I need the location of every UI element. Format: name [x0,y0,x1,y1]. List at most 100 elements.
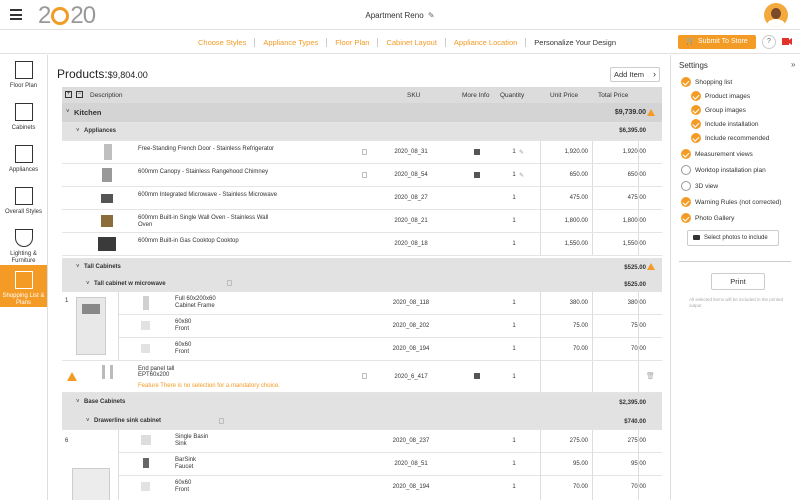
table-row[interactable]: 600mm Integrated Microwave - Stainless M… [62,187,662,210]
subsection-tall-cabinets[interactable]: ˅ Tall Cabinets $525.00 [62,258,662,276]
checkbox-checked-icon[interactable] [681,149,691,159]
checkbox-checked-icon[interactable] [681,197,691,207]
step-appliance-types[interactable]: Appliance Types [255,38,328,47]
opt-product-images[interactable]: Product images [691,91,750,101]
product-qty[interactable]: 1 [494,149,534,156]
checkbox-checked-icon[interactable] [681,77,691,87]
checkbox-checked-icon[interactable] [691,91,701,101]
product-desc: 600mm Canopy - Stainless Rangehood Chimn… [138,169,269,175]
opt-3d-view[interactable]: 3D view [681,181,718,191]
step-floor-plan[interactable]: Floor Plan [327,38,379,47]
step-personalize[interactable]: Personalize Your Design [526,38,624,47]
checkbox-checked-icon[interactable] [691,105,701,115]
step-cabinet-layout[interactable]: Cabinet Layout [378,38,446,47]
nav-cabinets[interactable]: Cabinets [0,97,47,139]
product-qty[interactable]: 1 [494,218,534,225]
group-qty[interactable]: 1 [65,298,68,305]
collapse-panel-icon[interactable]: » [791,60,795,69]
group-drawerline-sink[interactable]: ˅ Drawerline sink cabinet $740.00 [62,413,662,430]
table-row[interactable]: BarSink Faucet 2020_08_51 1 95.00 95.00 [119,453,662,476]
select-photos-button[interactable]: Select photos to include [687,230,779,246]
table-header: + − Description SKU More Info Quantity U… [62,87,662,103]
group-tall-cabinet-microwave[interactable]: ˅ Tall cabinet w microwave $525.00 [62,276,662,292]
print-button[interactable]: Print [711,273,765,290]
info-book-icon[interactable] [474,373,480,379]
product-image [141,321,150,330]
table-row[interactable]: 600mm Canopy - Stainless Rangehood Chimn… [62,164,662,187]
chevron-down-icon[interactable]: ˅ [76,128,80,135]
product-qty[interactable]: 1 [494,374,534,381]
trash-icon[interactable]: 🗑 [646,373,655,380]
chevron-down-icon[interactable]: ˅ [86,418,90,425]
opt-worktop-plan[interactable]: Worktop installation plan [681,165,766,175]
note-icon[interactable] [219,418,224,424]
video-icon[interactable] [782,37,792,46]
chevron-down-icon[interactable]: ˅ [66,109,70,116]
info-book-icon[interactable] [474,149,480,155]
nav-floor-plan[interactable]: Floor Plan [0,55,47,97]
edit-qty-icon[interactable]: ✎ [519,149,524,156]
product-qty[interactable]: 1 [494,172,534,179]
subsection-base-cabinets[interactable]: ˅ Base Cabinets $2,395.00 [62,393,662,413]
nav-appliances[interactable]: Appliances [0,139,47,181]
expand-all-icon[interactable]: + [65,91,72,98]
divider [592,210,593,232]
opt-shopping-list[interactable]: Shopping list [681,77,732,87]
info-book-icon[interactable] [474,172,480,178]
opt-warning-rules[interactable]: Warning Rules (not corrected) [681,197,781,207]
product-qty[interactable]: 1 [494,484,534,491]
submit-to-store-button[interactable]: 🛒 Submit To Store [678,35,756,49]
note-icon[interactable] [227,280,232,286]
nav-lighting[interactable]: Lighting & Furniture [0,223,47,265]
table-row[interactable]: 60x60 Front 2020_08_194 1 70.00 70.00 [119,476,662,499]
product-qty[interactable]: 1 [494,461,534,468]
table-row[interactable]: 600mm Built-in Gas Cooktop Cooktop 2020_… [62,233,662,256]
checkbox-checked-icon[interactable] [691,133,701,143]
product-sku: 2020_08_21 [394,218,428,224]
subsection-appliances[interactable]: ˅ Appliances $6,395.00 [62,123,662,141]
nav-shopping-list[interactable]: Shopping List & Plans [0,265,47,307]
checkbox-checked-icon[interactable] [691,119,701,129]
help-button[interactable]: ? [762,35,776,49]
table-row[interactable]: Full 60x200x60 Cabinet Frame 2020_08_118… [119,292,662,315]
avatar[interactable] [764,3,788,27]
edit-qty-icon[interactable]: ✎ [519,172,524,179]
product-qty[interactable]: 1 [494,300,534,307]
checkbox-unchecked-icon[interactable] [681,181,691,191]
nav-overall-styles[interactable]: Overall Styles [0,181,47,223]
product-qty[interactable]: 1 [494,346,534,353]
group-qty[interactable]: 6 [65,438,68,445]
table-row-warning[interactable]: End panel tall EPT60x200 Feature There i… [62,361,662,393]
table-row[interactable]: 60x60 Front 2020_08_194 1 70.00 70.00 [119,338,662,361]
edit-icon[interactable]: ✎ [428,11,435,20]
product-qty[interactable]: 1 [494,438,534,445]
product-desc: Free-Standing French Door - Stainless Re… [138,146,275,152]
checkbox-unchecked-icon[interactable] [681,165,691,175]
product-qty[interactable]: 1 [494,323,534,330]
divider [638,141,639,163]
chevron-down-icon[interactable]: ˅ [86,281,90,288]
collapse-all-icon[interactable]: − [76,91,83,98]
note-icon[interactable] [362,172,367,178]
checkbox-checked-icon[interactable] [681,213,691,223]
table-row[interactable]: 600mm Built-in Single Wall Oven - Stainl… [62,210,662,233]
table-row[interactable]: 60x80 Front 2020_08_202 1 75.00 75.00 [119,315,662,338]
table-row[interactable]: Single Basin Sink 2020_08_237 1 275.00 2… [119,430,662,453]
opt-measurement-views[interactable]: Measurement views [681,149,753,159]
note-icon[interactable] [362,373,367,379]
step-choose-styles[interactable]: Choose Styles [190,38,256,47]
chevron-down-icon[interactable]: ˅ [76,264,80,271]
opt-group-images[interactable]: Group images [691,105,746,115]
section-kitchen[interactable]: ˅ Kitchen $9,739.00 [62,103,662,123]
product-qty[interactable]: 1 [494,195,534,202]
product-qty[interactable]: 1 [494,241,534,248]
chevron-down-icon[interactable]: ˅ [76,399,80,406]
note-icon[interactable] [362,149,367,155]
opt-photo-gallery[interactable]: Photo Gallery [681,213,734,223]
step-appliance-location[interactable]: Appliance Location [446,38,527,47]
opt-include-recommended[interactable]: Include recommended [691,133,769,143]
add-item-button[interactable]: Add Item › [610,67,660,82]
opt-include-installation[interactable]: Include installation [691,119,758,129]
product-sku: 2020_08_237 [392,438,430,444]
table-row[interactable]: Free-Standing French Door - Stainless Re… [62,141,662,164]
